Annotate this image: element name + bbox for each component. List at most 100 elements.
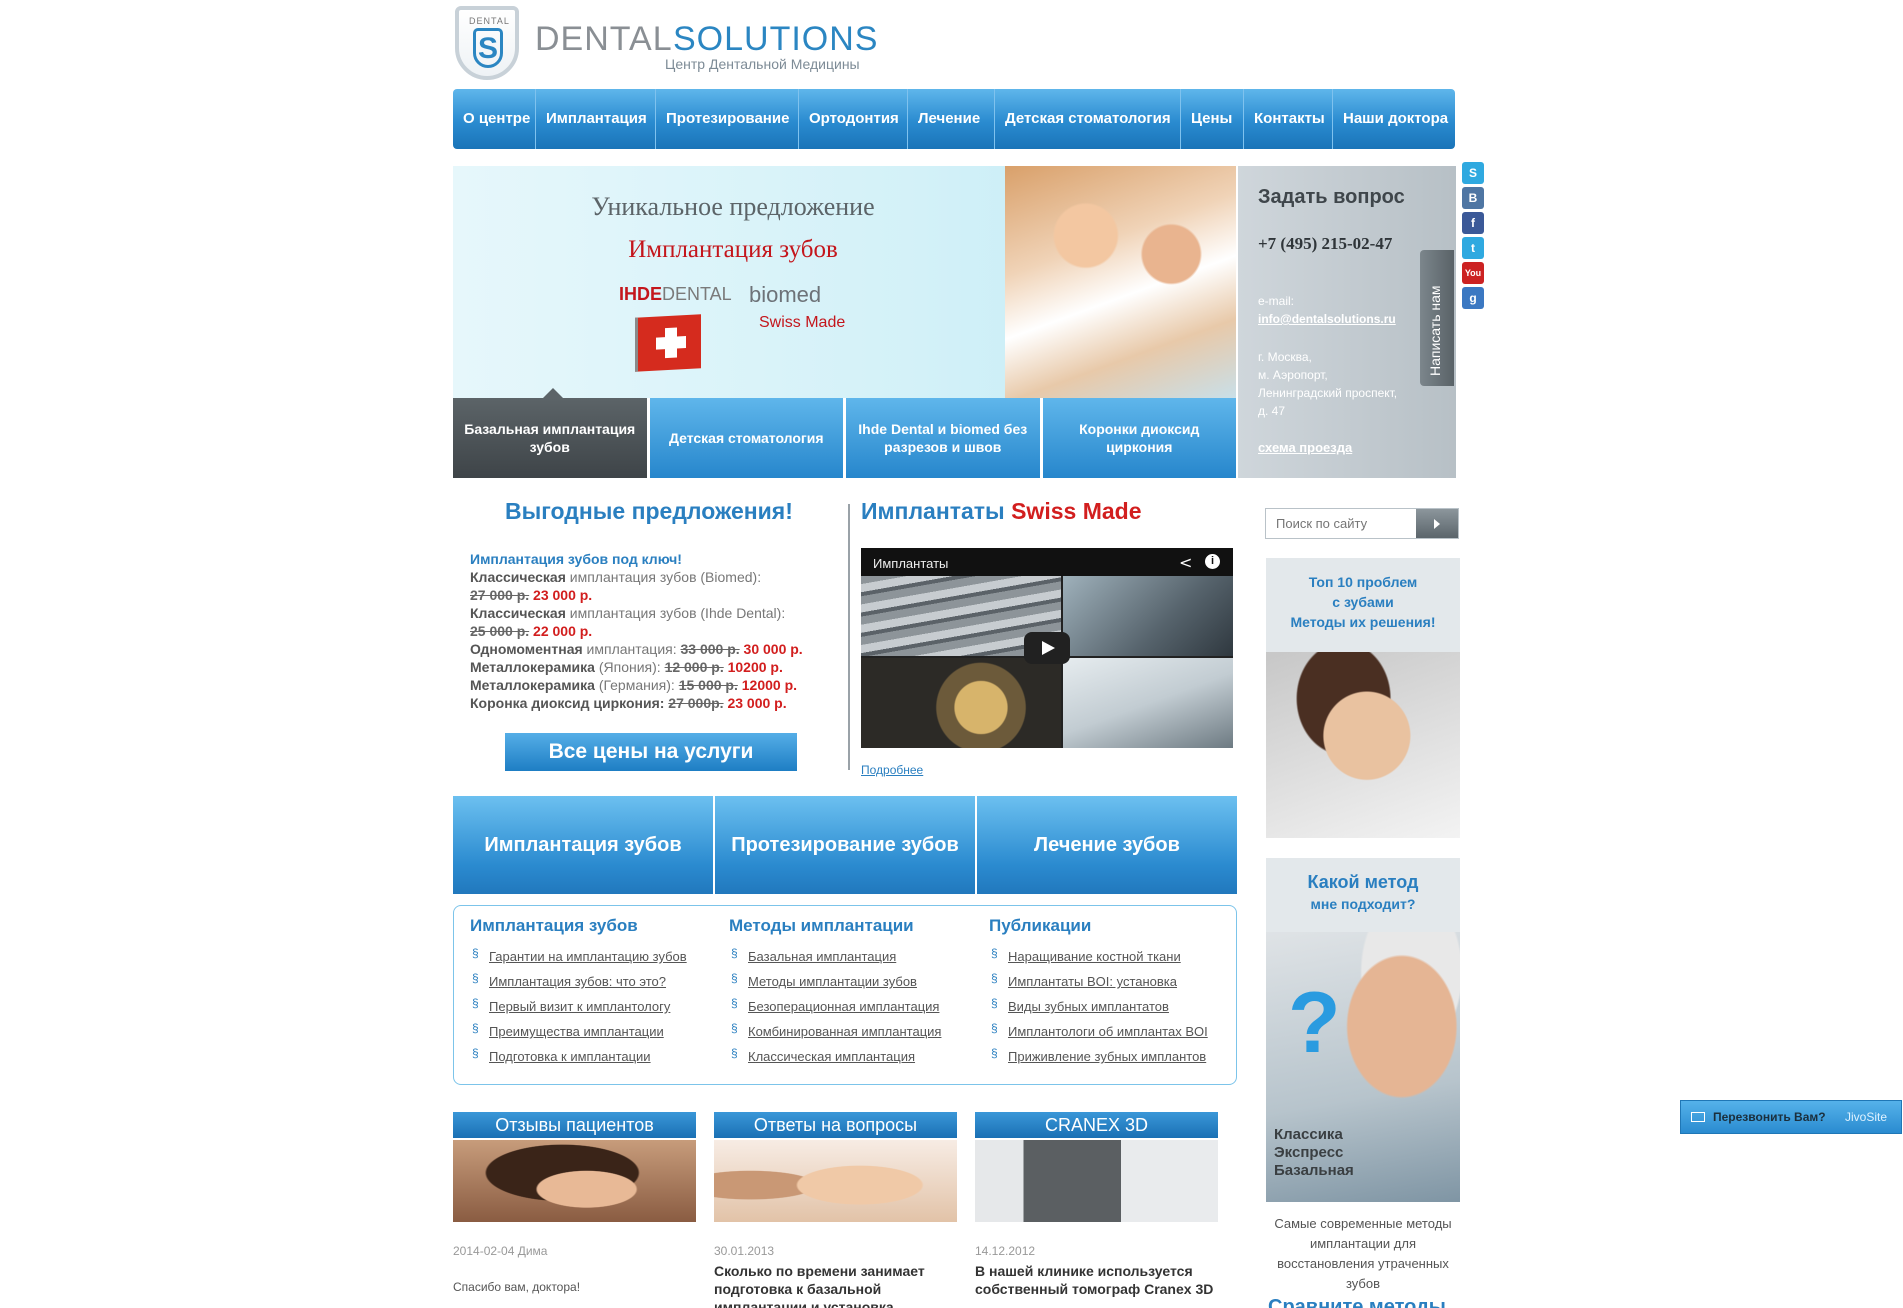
search-input[interactable] [1266, 509, 1416, 538]
video-title[interactable]: Имплантаты [873, 556, 948, 571]
compare-methods-link[interactable]: Сравните методы [1268, 1296, 1446, 1308]
link-item[interactable]: Приживление зубных имплантов [989, 1041, 1239, 1069]
map-link[interactable]: схема проезда [1258, 440, 1352, 455]
email-link[interactable]: info@dentalsolutions.ru [1258, 312, 1396, 326]
offers-title: Выгодные предложения! [505, 498, 793, 524]
link-item[interactable]: Виды зубных имплантатов [989, 991, 1239, 1019]
card-text[interactable]: Спасибо вам, доктора! [453, 1280, 696, 1294]
offer-bold: Металлокерамика [470, 677, 595, 693]
offer-line: Коронка диоксид циркония: 27 000р. 23 00… [470, 694, 850, 712]
contact-phone[interactable]: +7 (495) 215-02-47 [1258, 234, 1392, 254]
links-column-publications: Публикации Наращивание костной ткани Имп… [989, 916, 1239, 1069]
more-link[interactable]: Подробнее [861, 763, 923, 777]
link-item[interactable]: Гарантии на имплантацию зубов [470, 941, 720, 969]
link-item[interactable]: Комбинированная имплантация [729, 1016, 979, 1044]
offer-line: Классическая имплантация зубов (Biomed): [470, 568, 850, 586]
nav-item-orthodontics[interactable]: Ортодонтия [799, 89, 908, 149]
method-title: Какой метод [1307, 872, 1419, 892]
column-divider [848, 504, 850, 770]
write-us-label: Написать нам [1427, 285, 1443, 376]
contact-title: Задать вопрос [1258, 186, 1405, 208]
card-title[interactable]: CRANEX 3D [975, 1112, 1218, 1138]
vk-icon[interactable]: В [1462, 187, 1484, 209]
link-item[interactable]: Подготовка к имплантации [470, 1041, 720, 1069]
offer-text: имплантация: [582, 641, 681, 657]
video-player[interactable]: Имплантаты < i [861, 548, 1233, 748]
all-prices-button[interactable]: Все цены на услуги [505, 733, 797, 771]
card-text[interactable]: В нашей клинике используется собственный… [975, 1262, 1218, 1298]
links-column-title: Публикации [989, 916, 1092, 935]
new-price: 22 000 р. [529, 623, 593, 639]
contact-address: г. Москва, м. Аэропорт, Ленинградский пр… [1258, 350, 1398, 418]
write-us-tab[interactable]: Написать нам [1420, 250, 1454, 386]
youtube-icon[interactable]: You [1462, 262, 1484, 284]
site-search [1265, 508, 1459, 539]
facebook-icon[interactable]: f [1462, 212, 1484, 234]
question-mark-icon: ? [1288, 975, 1341, 1071]
link-item[interactable]: Имплантаты BOI: установка [989, 966, 1239, 994]
new-price: 12000 р. [737, 677, 798, 693]
method-labels: Классика Экспресс Базальная [1274, 1126, 1354, 1179]
link-item[interactable]: Безоперационная имплантация [729, 991, 979, 1019]
hero-tab-ihde-biomed[interactable]: Ihde Dental и biomed без разрезов и швов [846, 398, 1040, 478]
link-item[interactable]: Классическая имплантация [729, 1041, 979, 1069]
offers-head[interactable]: Имплантация зубов под ключ! [470, 550, 850, 568]
treatment-button[interactable]: Лечение зубов [977, 796, 1237, 894]
link-item[interactable]: Имплантологи об имплантах BOI [989, 1016, 1239, 1044]
nav-item-about[interactable]: О центре [453, 89, 536, 149]
method-block[interactable]: Какой метод мне подходит? ? Классика Экс… [1266, 858, 1460, 1202]
hero-tab-basal[interactable]: Базальная имплантация зубов [453, 388, 647, 478]
nav-item-prosthetics[interactable]: Протезирование [656, 89, 799, 149]
envelope-icon [1691, 1112, 1705, 1122]
logo-word-dental: DENTAL [535, 20, 673, 58]
google-icon[interactable]: g [1462, 287, 1484, 309]
top10-problems-block[interactable]: Топ 10 проблем с зубами Методы их решени… [1266, 558, 1460, 838]
share-icon[interactable]: < [1179, 553, 1192, 572]
twitter-icon[interactable]: t [1462, 237, 1484, 259]
new-price: 30 000 р. [739, 641, 803, 657]
search-submit-icon[interactable] [1416, 509, 1458, 538]
link-item[interactable]: Методы имплантации зубов [729, 966, 979, 994]
card-image[interactable] [453, 1140, 696, 1222]
hero-banner[interactable]: Уникальное предложение Имплантация зубов… [453, 166, 1236, 398]
method-subtitle: мне подходит? [1310, 896, 1416, 912]
nav-item-prices[interactable]: Цены [1181, 89, 1244, 149]
offer-line: Металлокерамика (Япония): 12 000 р. 1020… [470, 658, 850, 676]
offer-bold: Одномоментная [470, 641, 583, 657]
card-title[interactable]: Отзывы пациентов [453, 1112, 696, 1138]
implantation-button[interactable]: Имплантация зубов [453, 796, 713, 894]
skype-icon[interactable]: S [1462, 162, 1484, 184]
category-buttons: Имплантация зубов Протезирование зубов Л… [453, 796, 1237, 894]
links-column-methods: Методы имплантации Базальная имплантация… [729, 916, 979, 1069]
hero-tab-pediatric[interactable]: Детская стоматология [649, 398, 843, 478]
nav-item-treatment[interactable]: Лечение [908, 89, 995, 149]
links-box: Имплантация зубов Гарантии на имплантаци… [453, 905, 1237, 1085]
biomed-logo: biomed [749, 282, 822, 307]
nav-item-pediatric[interactable]: Детская стоматология [995, 89, 1181, 149]
nav-item-doctors[interactable]: Наши доктора [1333, 89, 1455, 149]
nav-item-implantation[interactable]: Имплантация [536, 89, 656, 149]
offer-price-line: 25 000 р. 22 000 р. [470, 622, 850, 640]
link-item[interactable]: Преимущества имплантации [470, 1016, 720, 1044]
site-logo[interactable]: DENTAL S DENTAL SOLUTIONS Центр Дентальн… [455, 6, 877, 82]
play-button-icon[interactable] [1024, 632, 1070, 664]
logo-small-text: DENTAL [469, 16, 510, 26]
card-image[interactable] [975, 1140, 1218, 1222]
card-title[interactable]: Ответы на вопросы [714, 1112, 957, 1138]
offer-line: Металлокерамика (Германия): 15 000 р. 12… [470, 676, 850, 694]
link-item[interactable]: Имплантация зубов: что это? [470, 966, 720, 994]
hero-tab-zirconia[interactable]: Коронки диоксид циркония [1042, 398, 1236, 478]
link-item[interactable]: Базальная имплантация [729, 941, 979, 969]
dental-text: DENTAL [662, 284, 732, 304]
callback-widget[interactable]: Перезвонить Вам? JivoSite [1680, 1100, 1902, 1134]
video-frame [1063, 576, 1233, 656]
offer-price-line: 27 000 р. 23 000 р. [470, 586, 850, 604]
link-item[interactable]: Наращивание костной ткани [989, 941, 1239, 969]
card-text[interactable]: Сколько по времени занимает подготовка к… [714, 1262, 957, 1308]
info-icon[interactable]: i [1205, 554, 1220, 569]
card-image[interactable] [714, 1140, 957, 1222]
ihde-dental-logo: IHDEDENTAL [619, 284, 732, 305]
nav-item-contacts[interactable]: Контакты [1244, 89, 1333, 149]
prosthetics-button[interactable]: Протезирование зубов [715, 796, 975, 894]
link-item[interactable]: Первый визит к имплантологу [470, 991, 720, 1019]
